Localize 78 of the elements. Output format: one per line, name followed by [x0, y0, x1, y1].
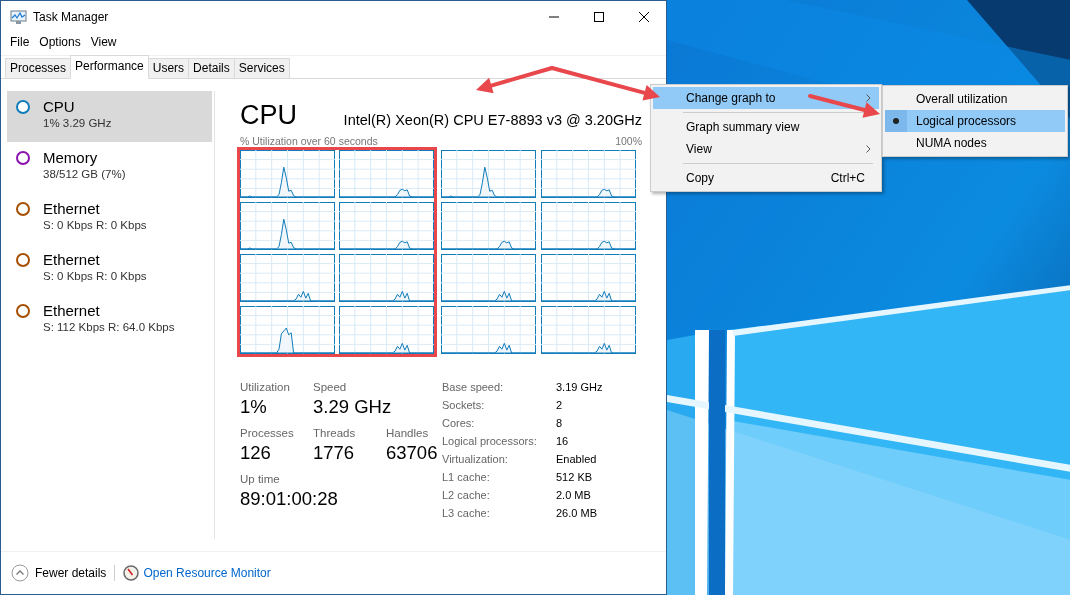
bullet-icon [893, 118, 899, 124]
detail-label: Logical processors: [442, 434, 538, 449]
tab[interactable]: Details [188, 58, 235, 78]
detail-value: 16 [556, 434, 570, 449]
menu-item-label: Copy [686, 171, 715, 185]
context-menu-item[interactable]: View [653, 138, 879, 160]
resource-name: Ethernet [43, 199, 101, 218]
menu-item[interactable]: View [85, 35, 122, 49]
detail-label: Base speed: [442, 380, 505, 395]
maximize-icon [593, 12, 604, 22]
cpu-model: Intel(R) Xeon(R) CPU E7-8893 v3 @ 3.20GHz [343, 111, 642, 130]
stat-value: 1776 [313, 441, 356, 465]
context-menu-item[interactable]: Copy Ctrl+C [653, 167, 879, 189]
graph-caption: % Utilization over 60 seconds [240, 135, 378, 149]
stat-value: 1% [240, 395, 268, 419]
detail-label: Virtualization: [442, 452, 509, 467]
stat-label: Up time [240, 472, 281, 487]
context-menu-item[interactable]: Graph summary view [653, 116, 879, 138]
stat-label: Utilization [240, 380, 291, 395]
sidebar-item[interactable]: Ethernet S: 0 Kbps R: 0 Kbps [7, 193, 212, 244]
sidebar-item[interactable]: Memory 38/512 GB (7%) [7, 142, 212, 193]
stat-value: 89:01:00:28 [240, 487, 338, 511]
sidebar-item[interactable]: Ethernet S: 0 Kbps R: 0 Kbps [7, 244, 212, 295]
tab[interactable]: Performance [70, 55, 149, 79]
resource-detail: 1% 3.29 GHz [43, 116, 112, 131]
menu-item-label: View [686, 142, 713, 156]
menu-item[interactable]: File [5, 35, 35, 49]
detail-value: 2.0 MB [556, 488, 592, 503]
detail-label: Cores: [442, 416, 476, 431]
detail-label: L1 cache: [442, 470, 491, 485]
resource-monitor-link[interactable]: Open Resource Monitor [143, 566, 271, 580]
stat-value: 126 [240, 441, 272, 465]
stat-label: Threads [313, 426, 357, 441]
window-title: Task Manager [33, 10, 110, 24]
resource-detail: S: 0 Kbps R: 0 Kbps [43, 269, 147, 284]
detail-value: 2 [556, 398, 564, 413]
sidebar-item[interactable]: CPU 1% 3.29 GHz [7, 91, 212, 142]
resource-name: Ethernet [43, 250, 101, 269]
gauge-icon [123, 565, 140, 581]
resource-name: Ethernet [43, 301, 101, 320]
stat-label: Handles [386, 426, 430, 441]
detail-value: 26.0 MB [556, 506, 598, 521]
detail-label: L2 cache: [442, 488, 491, 503]
resource-detail: S: 0 Kbps R: 0 Kbps [43, 218, 147, 233]
resource-detail: 38/512 GB (7%) [43, 167, 126, 182]
chevron-right-icon [866, 145, 871, 153]
panel-title: CPU [240, 99, 297, 131]
resource-name: Memory [43, 148, 99, 167]
menu-item-label: Change graph to [686, 91, 777, 105]
graph-max-label: 100% [615, 135, 642, 149]
submenu-item[interactable]: Overall utilization [885, 88, 1065, 110]
sidebar-item[interactable]: Ethernet S: 112 Kbps R: 64.0 Kbps [7, 295, 212, 346]
detail-value: 512 KB [556, 470, 594, 485]
detail-value: 8 [556, 416, 564, 431]
app-icon [10, 9, 27, 25]
detail-label: L3 cache: [442, 506, 491, 521]
tab[interactable]: Users [147, 58, 190, 78]
stat-label: Processes [240, 426, 295, 441]
annotation-arrow [808, 94, 880, 118]
menu-item[interactable]: Options [34, 35, 86, 49]
tab[interactable]: Processes [5, 58, 72, 78]
tab[interactable]: Services [233, 58, 290, 78]
context-menu-item[interactable]: Change graph to [653, 87, 879, 109]
detail-label: Sockets: [442, 398, 486, 413]
chevron-right-icon [866, 94, 871, 102]
resource-detail: S: 112 Kbps R: 64.0 Kbps [43, 320, 175, 335]
submenu-item[interactable]: NUMA nodes [885, 132, 1065, 154]
detail-value: Enabled [556, 452, 598, 467]
submenu-item[interactable]: Logical processors [885, 110, 1065, 132]
resource-name: CPU [43, 97, 76, 116]
close-icon [638, 12, 649, 22]
stat-label: Speed [313, 380, 348, 395]
shortcut-label: Ctrl+C [830, 171, 865, 185]
stat-value: 3.29 GHz [313, 395, 392, 419]
fewer-details-button[interactable]: Fewer details [11, 564, 107, 582]
chevron-up-icon [11, 564, 29, 582]
detail-value: 3.19 GHz [556, 380, 603, 395]
menu-item-label: Graph summary view [686, 120, 801, 134]
